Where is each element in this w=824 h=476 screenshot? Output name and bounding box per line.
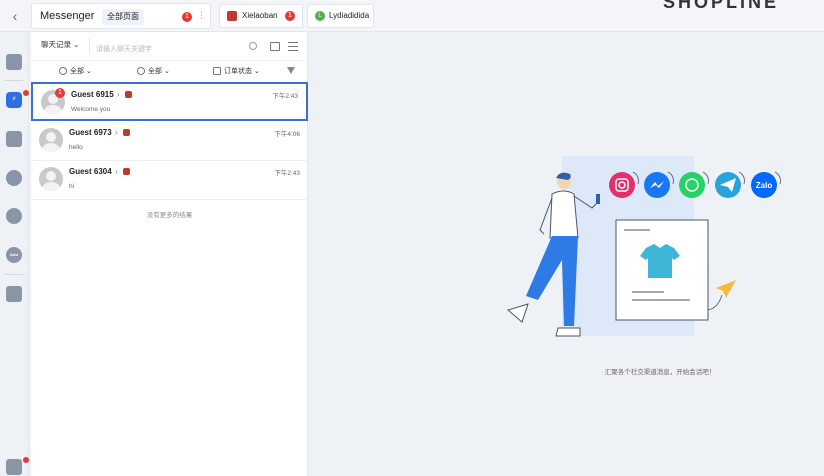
rail-divider [5, 274, 23, 275]
shop-icon[interactable] [6, 457, 29, 475]
source-shop-icon [125, 91, 132, 98]
no-more-results: 没有更多的结果 [146, 212, 193, 219]
unread-badge: 1 [55, 88, 65, 98]
account-name: Xielaoban [242, 11, 278, 20]
unread-dot [23, 90, 29, 96]
store-icon[interactable] [6, 54, 22, 70]
more-options-icon[interactable]: ⋮ [197, 10, 206, 21]
filter-row: 全部 ⌄ 全部 ⌄ 订单状态 ⌄ [31, 60, 308, 82]
message-preview: hello [69, 144, 83, 151]
contact-name: Guest 6973 [69, 128, 112, 137]
filter-assignee[interactable]: 全部 ⌄ [59, 66, 92, 76]
search-row: 聊天记录 ⌄ [31, 32, 308, 60]
account-name: Lydiadidida [329, 11, 370, 20]
top-bar: ‹ Messenger 全部页面 1 ⋮ Xielaoban 1 L Lydia… [0, 0, 824, 32]
instagram-icon[interactable] [6, 131, 22, 147]
unread-dot [23, 457, 29, 463]
message-time: 下午2:43 [272, 93, 298, 100]
avatar [39, 128, 63, 152]
person-pants [526, 236, 578, 326]
search-scope-dropdown[interactable]: 聊天记录 ⌄ [41, 39, 79, 50]
conversation-item[interactable]: Guest 6973 › 下午4:06 hello [31, 122, 308, 161]
user-icon [59, 67, 67, 76]
search-input[interactable] [90, 41, 240, 58]
calendar-icon[interactable] [270, 42, 280, 51]
messenger-icon[interactable]: ⚡ [6, 90, 29, 108]
search-icon[interactable] [249, 42, 257, 50]
whatsapp-icon [679, 172, 705, 198]
chevron-right-icon: › [117, 90, 120, 99]
message-preview: hi [69, 183, 75, 190]
shop-avatar-icon [227, 11, 237, 21]
contact-name: Guest 6915 [71, 90, 114, 99]
source-shop-icon [123, 168, 130, 175]
all-pages-selector[interactable]: 全部页面 [102, 9, 144, 25]
order-icon [213, 67, 221, 76]
zalo-icon[interactable]: Zalo [6, 247, 22, 263]
filter-order-status[interactable]: 订单状态 ⌄ [213, 66, 260, 76]
list-icon[interactable] [288, 42, 298, 51]
avatar [39, 167, 63, 191]
chevron-right-icon: › [115, 167, 118, 176]
rail-divider [5, 80, 23, 81]
person-shirt [549, 190, 579, 239]
account-tab-xielaoban[interactable]: Xielaoban 1 [219, 4, 303, 28]
whatsapp-icon[interactable] [6, 170, 22, 186]
contact-name: Guest 6304 [69, 167, 112, 176]
tab-title: Messenger [40, 10, 95, 22]
empty-state-text: 汇聚各个社交渠道消息，开始会话吧！ [604, 369, 716, 376]
phone-icon [596, 194, 600, 204]
account-tab-lydiadidida[interactable]: L Lydiadidida [307, 4, 374, 28]
zalo-label: Zalo [9, 252, 19, 257]
star-icon [137, 67, 145, 76]
search-box [89, 38, 261, 58]
message-preview: Welcome you [71, 106, 111, 113]
conversation-item[interactable]: 1 Guest 6915 › 下午2:43 Welcome you [31, 82, 308, 121]
conversation-item[interactable]: Guest 6304 › 下午2:43 hi [31, 161, 308, 200]
image-icon[interactable] [6, 286, 22, 302]
instagram-icon [609, 172, 635, 198]
empty-state-illustration: Zalo [506, 156, 781, 337]
unread-badge: 1 [182, 12, 192, 22]
paper-plane-icon [716, 280, 736, 298]
source-shop-icon [123, 129, 130, 136]
conversation-panel: 聊天记录 ⌄ 全部 ⌄ 全部 ⌄ 订单状态 ⌄ 1 Guest 6915 › 下… [31, 32, 308, 476]
message-time: 下午4:06 [274, 131, 300, 138]
brand-logo: SHOPLINE [663, 0, 780, 12]
channel-rail: ⚡ Zalo [0, 32, 29, 476]
filter-star[interactable]: 全部 ⌄ [137, 66, 170, 76]
chevron-right-icon: › [115, 128, 118, 137]
zalo-label: Zalo [756, 181, 773, 190]
message-time: 下午2:43 [274, 170, 300, 177]
telegram-icon[interactable] [6, 208, 22, 224]
back-button[interactable]: ‹ [8, 8, 22, 24]
tab-messenger[interactable]: Messenger 全部页面 1 ⋮ [31, 3, 211, 29]
unread-badge: 1 [285, 11, 295, 21]
account-avatar-icon: L [315, 11, 325, 21]
funnel-icon[interactable] [287, 67, 295, 74]
